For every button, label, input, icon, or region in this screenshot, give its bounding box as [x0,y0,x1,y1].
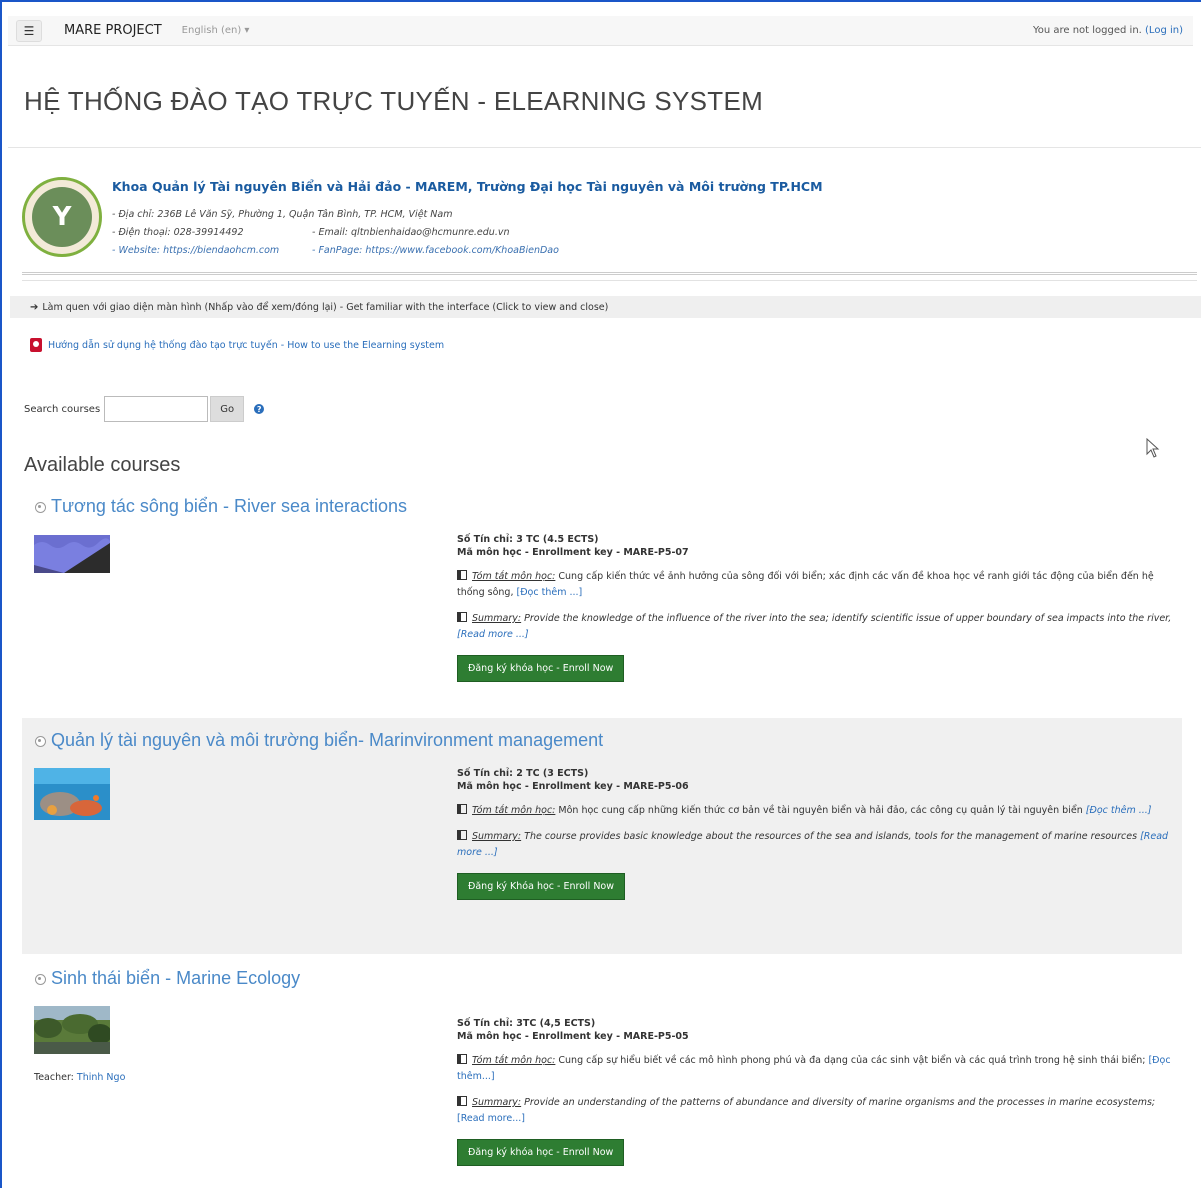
pdf-icon [30,338,42,352]
book-icon [457,1054,467,1064]
enrollment-key: Mã môn học - Enrollment key - MARE-P5-06 [457,781,689,792]
summary-vi: Tóm tắt môn học: Cung cấp sự hiểu biết v… [457,1053,1177,1085]
course-info: Số Tín chỉ: 3 TC (4.5 ECTS) Mã môn học -… [457,534,1177,682]
summary-vi-label: Tóm tắt môn học: [472,571,556,582]
summary-vi-label: Tóm tắt môn học: [472,1055,556,1066]
course-box: Quản lý tài nguyên và môi trường biển- M… [22,718,1182,954]
course-thumbnail[interactable] [34,768,110,820]
course-info: Số Tín chỉ: 3TC (4,5 ECTS) Mã môn học - … [457,1018,1177,1166]
enroll-button[interactable]: Đăng ký khóa học - Enroll Now [457,655,625,682]
site-brand[interactable]: MARE PROJECT [64,23,162,38]
course-box: Sinh thái biển - Marine Ecology Teacher:… [22,960,1182,1184]
book-icon [457,1096,467,1106]
guide-text: Hướng dẫn sử dụng hệ thống đào tạo trực … [48,339,445,351]
course-thumbnail[interactable] [34,535,110,573]
course-title[interactable]: Tương tác sông biển - River sea interact… [34,496,407,517]
course-credits: Số Tín chỉ: 3TC (4,5 ECTS) [457,1018,596,1029]
language-selector[interactable]: English (en) ▾ [182,25,250,36]
summary-vi-text: Môn học cung cấp những kiến thức cơ bản … [555,805,1086,816]
summary-en: Summary: Provide an understanding of the… [457,1095,1177,1127]
course-search: Search courses Go ? [24,396,265,422]
course-title-text[interactable]: Quản lý tài nguyên và môi trường biển- M… [51,730,603,751]
course-credits: Số Tín chỉ: 2 TC (3 ECTS) [457,768,589,779]
go-button[interactable]: Go [210,396,245,422]
course-title[interactable]: Sinh thái biển - Marine Ecology [34,968,300,989]
course-title[interactable]: Quản lý tài nguyên và môi trường biển- M… [34,730,603,751]
read-more-en-link[interactable]: [Read more ...] [457,629,529,640]
course-icon [34,735,46,747]
institution-name[interactable]: Khoa Quản lý Tài nguyên Biển và Hải đảo … [112,179,823,194]
familiarize-toggle[interactable]: ➔ Làm quen với giao diện màn hình (Nhấp … [10,296,1201,318]
book-icon [457,804,467,814]
read-more-vi-link[interactable]: [Đọc thêm ...] [1086,805,1152,816]
summary-en-label: Summary: [472,831,522,842]
summary-vi: Tóm tắt môn học: Môn học cung cấp những … [457,803,1177,819]
teacher-label: Teacher: [34,1072,77,1083]
summary-en-label: Summary: [472,1097,522,1108]
divider [22,272,1197,275]
arrow-right-icon: ➔ [30,301,39,313]
course-icon [34,501,46,513]
book-icon [457,570,467,580]
login-link[interactable]: (Log in) [1145,25,1183,36]
institution-address: - Địa chỉ: 236B Lê Văn Sỹ, Phường 1, Quậ… [112,209,453,220]
summary-en: Summary: Provide the knowledge of the in… [457,611,1177,643]
summary-en-text: Provide an understanding of the patterns… [521,1097,1156,1108]
logo-emblem-icon: Y [32,187,92,247]
institution-email: - Email: qltnbienhaidao@hcmunre.edu.vn [312,227,510,238]
summary-en-label: Summary: [472,613,522,624]
summary-vi-text: Cung cấp sự hiểu biết về các mô hình pho… [555,1055,1149,1066]
top-navbar: ☰ MARE PROJECT English (en) ▾ You are no… [8,16,1193,46]
institution-logo: Y [22,177,102,257]
enrollment-key: Mã môn học - Enrollment key - MARE-P5-07 [457,547,689,558]
enrollment-key: Mã môn học - Enrollment key - MARE-P5-05 [457,1031,689,1042]
page-header: HỆ THỐNG ĐÀO TẠO TRỰC TUYẾN - ELEARNING … [8,48,1201,148]
login-status-text: You are not logged in. [1032,25,1146,36]
search-label: Search courses [24,403,101,415]
book-icon [457,830,467,840]
enroll-button[interactable]: Đăng ký khóa học - Enroll Now [457,1139,625,1166]
summary-vi-label: Tóm tắt môn học: [472,805,556,816]
institution-fanpage-link[interactable]: - FanPage: https://www.facebook.com/Khoa… [312,245,559,256]
divider [22,280,1197,281]
course-title-text[interactable]: Sinh thái biển - Marine Ecology [51,968,300,989]
read-more-vi-link[interactable]: [Đọc thêm ...] [516,587,582,598]
institution-phone: - Điện thoại: 028-39914492 [112,227,244,238]
summary-en: Summary: The course provides basic knowl… [457,829,1177,861]
mouse-cursor-icon [1146,438,1160,458]
course-thumbnail[interactable] [34,1006,110,1054]
course-info: Số Tín chỉ: 2 TC (3 ECTS) Mã môn học - E… [457,768,1177,900]
course-teacher: Teacher: Thinh Ngo [34,1072,125,1083]
course-icon [34,973,46,985]
course-credits: Số Tín chỉ: 3 TC (4.5 ECTS) [457,534,599,545]
enroll-button[interactable]: Đăng ký Khóa học - Enroll Now [457,873,626,900]
help-icon[interactable]: ? [254,404,265,414]
course-title-text[interactable]: Tương tác sông biển - River sea interact… [51,496,407,517]
hamburger-icon[interactable]: ☰ [16,19,42,42]
summary-en-text: Provide the knowledge of the influence o… [521,613,1172,624]
course-box: Tương tác sông biển - River sea interact… [22,490,1182,712]
book-icon [457,612,467,622]
familiarize-text: Làm quen với giao diện màn hình (Nhấp và… [42,301,609,313]
summary-en-text: The course provides basic knowledge abou… [521,831,1141,842]
teacher-name-link[interactable]: Thinh Ngo [77,1072,125,1083]
read-more-en-link[interactable]: [Read more...] [457,1113,525,1124]
page-title: HỆ THỐNG ĐÀO TẠO TRỰC TUYẾN - ELEARNING … [24,86,764,116]
search-input[interactable] [104,396,209,422]
institution-website-link[interactable]: - Website: https://biendaohcm.com [112,245,279,256]
guide-link[interactable]: Hướng dẫn sử dụng hệ thống đào tạo trực … [30,338,444,352]
available-courses-heading: Available courses [24,454,181,476]
summary-vi: Tóm tắt môn học: Cung cấp kiến thức về ả… [457,569,1177,601]
login-info: You are not logged in. (Log in) [1033,25,1183,36]
institution-block: Y Khoa Quản lý Tài nguyên Biển và Hải đả… [22,172,1192,267]
